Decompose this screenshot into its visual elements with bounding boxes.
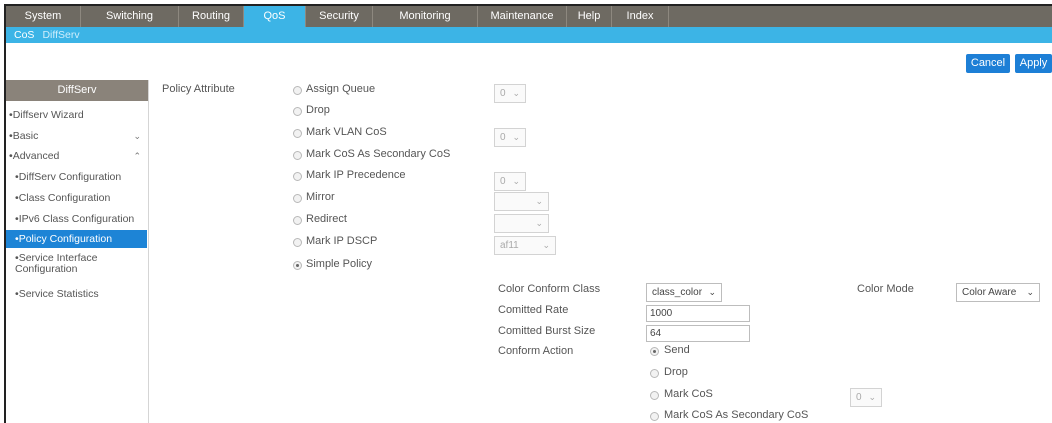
color-conform-class-select[interactable]: class_color ⌄ [646, 283, 722, 302]
sidebar-item-class-configuration[interactable]: •Class Configuration [6, 189, 147, 207]
radio-mark-ip-precedence[interactable] [293, 172, 302, 181]
chevron-up-icon: ⌃ [133, 151, 141, 161]
color-mode-select[interactable]: Color Aware ⌄ [956, 283, 1040, 302]
color-conform-class-label: Color Conform Class [498, 283, 601, 295]
conform-mark-cos-select[interactable]: 0 ⌄ [850, 388, 882, 407]
conform-mark-cos-secondary-label: Mark CoS As Secondary CoS [664, 409, 809, 421]
top-nav: System Switching Routing QoS Security Mo… [6, 6, 1052, 27]
select-value: af11 [500, 240, 519, 251]
radio-assign-queue[interactable] [293, 86, 302, 95]
tab-security[interactable]: Security [306, 6, 373, 27]
tab-index[interactable]: Index [612, 6, 669, 27]
tab-maintenance[interactable]: Maintenance [478, 6, 567, 27]
mark-cos-secondary-label: Mark CoS As Secondary CoS [306, 148, 451, 160]
select-value: 0 [500, 176, 506, 187]
committed-rate-input[interactable]: 1000 [646, 305, 750, 322]
sidebar-item-label: Policy Configuration [18, 233, 113, 245]
mark-ip-precedence-select[interactable]: 0 ⌄ [494, 172, 526, 191]
tab-switching[interactable]: Switching [81, 6, 179, 27]
select-value: 0 [500, 88, 506, 99]
mark-ip-dscp-label: Mark IP DSCP [306, 235, 378, 247]
select-value: 0 [856, 392, 862, 403]
sidebar-item-ipv6-class-configuration[interactable]: •IPv6 Class Configuration [6, 210, 147, 228]
chevron-down-icon: ⌄ [512, 132, 520, 142]
sidebar-item-label: Advanced [12, 150, 60, 162]
tab-routing[interactable]: Routing [179, 6, 244, 27]
chevron-down-icon: ⌄ [133, 131, 141, 141]
chevron-down-icon: ⌄ [542, 240, 550, 250]
mirror-select[interactable]: ⌄ [494, 192, 549, 211]
committed-burst-size-label: Comitted Burst Size [498, 325, 596, 337]
assign-queue-label: Assign Queue [306, 83, 376, 95]
chevron-down-icon: ⌄ [535, 218, 543, 228]
sidebar-header: DiffServ [6, 80, 148, 101]
sidebar-item-policy-configuration[interactable]: •Policy Configuration [6, 230, 147, 248]
sidebar-item-service-statistics[interactable]: •Service Statistics [6, 285, 147, 303]
mark-ip-precedence-label: Mark IP Precedence [306, 169, 406, 181]
radio-conform-mark-cos-secondary[interactable] [650, 412, 659, 421]
radio-conform-drop[interactable] [650, 369, 659, 378]
apply-button[interactable]: Apply [1015, 54, 1052, 73]
mark-vlan-cos-select[interactable]: 0 ⌄ [494, 128, 526, 147]
conform-send-label: Send [664, 344, 690, 356]
radio-mark-ip-dscp[interactable] [293, 238, 302, 247]
radio-conform-mark-cos[interactable] [650, 391, 659, 400]
mark-ip-dscp-select[interactable]: af11 ⌄ [494, 236, 556, 255]
conform-action-label: Conform Action [498, 345, 574, 357]
chevron-down-icon: ⌄ [535, 196, 543, 206]
simple-policy-label: Simple Policy [306, 258, 373, 270]
radio-simple-policy[interactable] [293, 261, 302, 270]
tab-qos[interactable]: QoS [244, 6, 306, 27]
redirect-select[interactable]: ⌄ [494, 214, 549, 233]
drop-label: Drop [306, 104, 330, 116]
tab-help[interactable]: Help [567, 6, 612, 27]
chevron-down-icon: ⌄ [512, 88, 520, 98]
radio-redirect[interactable] [293, 216, 302, 225]
sidebar-item-label: Service Interface Configuration [15, 252, 98, 275]
sidebar-item-service-interface-configuration[interactable]: •Service Interface Configuration [6, 250, 147, 278]
select-value: Color Aware [962, 287, 1017, 298]
mark-vlan-cos-label: Mark VLAN CoS [306, 126, 387, 138]
chevron-down-icon: ⌄ [512, 176, 520, 186]
committed-burst-size-input[interactable]: 64 [646, 325, 750, 342]
sidebar-item-label: Diffserv Wizard [12, 109, 84, 121]
select-value: 0 [500, 132, 506, 143]
sub-nav: CoS DiffServ [6, 27, 1052, 43]
radio-mark-cos-secondary[interactable] [293, 151, 302, 160]
select-value: class_color [652, 287, 703, 298]
tab-system[interactable]: System [6, 6, 81, 27]
radio-drop[interactable] [293, 107, 302, 116]
subnav-cos[interactable]: CoS [14, 29, 34, 41]
color-mode-label: Color Mode [857, 283, 914, 295]
mirror-label: Mirror [306, 191, 335, 203]
sidebar-item-diffserv-configuration[interactable]: •DiffServ Configuration [6, 168, 147, 186]
sidebar-item-label: Basic [12, 130, 39, 142]
sidebar-item-label: DiffServ Configuration [18, 171, 122, 183]
sidebar-item-label: IPv6 Class Configuration [18, 213, 135, 225]
sidebar-item-advanced[interactable]: •Advanced ⌃ [6, 147, 147, 165]
radio-conform-send[interactable] [650, 347, 659, 356]
chevron-down-icon: ⌄ [708, 287, 716, 297]
committed-rate-label: Comitted Rate [498, 304, 569, 316]
policy-attribute-label: Policy Attribute [162, 83, 235, 95]
radio-mirror[interactable] [293, 194, 302, 203]
subnav-diffserv[interactable]: DiffServ [42, 29, 79, 41]
conform-mark-cos-label: Mark CoS [664, 388, 713, 400]
tab-monitoring[interactable]: Monitoring [373, 6, 478, 27]
chevron-down-icon: ⌄ [868, 392, 876, 402]
sidebar-item-label: Class Configuration [18, 192, 111, 204]
redirect-label: Redirect [306, 213, 347, 225]
sidebar-item-diffserv-wizard[interactable]: •Diffserv Wizard [6, 106, 147, 124]
conform-drop-label: Drop [664, 366, 688, 378]
chevron-down-icon: ⌄ [1026, 287, 1034, 297]
cancel-button[interactable]: Cancel [966, 54, 1010, 73]
sidebar: DiffServ •Diffserv Wizard •Basic ⌄ •Advan… [6, 80, 149, 423]
radio-mark-vlan-cos[interactable] [293, 129, 302, 138]
assign-queue-select[interactable]: 0 ⌄ [494, 84, 526, 103]
sidebar-item-basic[interactable]: •Basic ⌄ [6, 127, 147, 145]
sidebar-item-label: Service Statistics [18, 288, 99, 300]
